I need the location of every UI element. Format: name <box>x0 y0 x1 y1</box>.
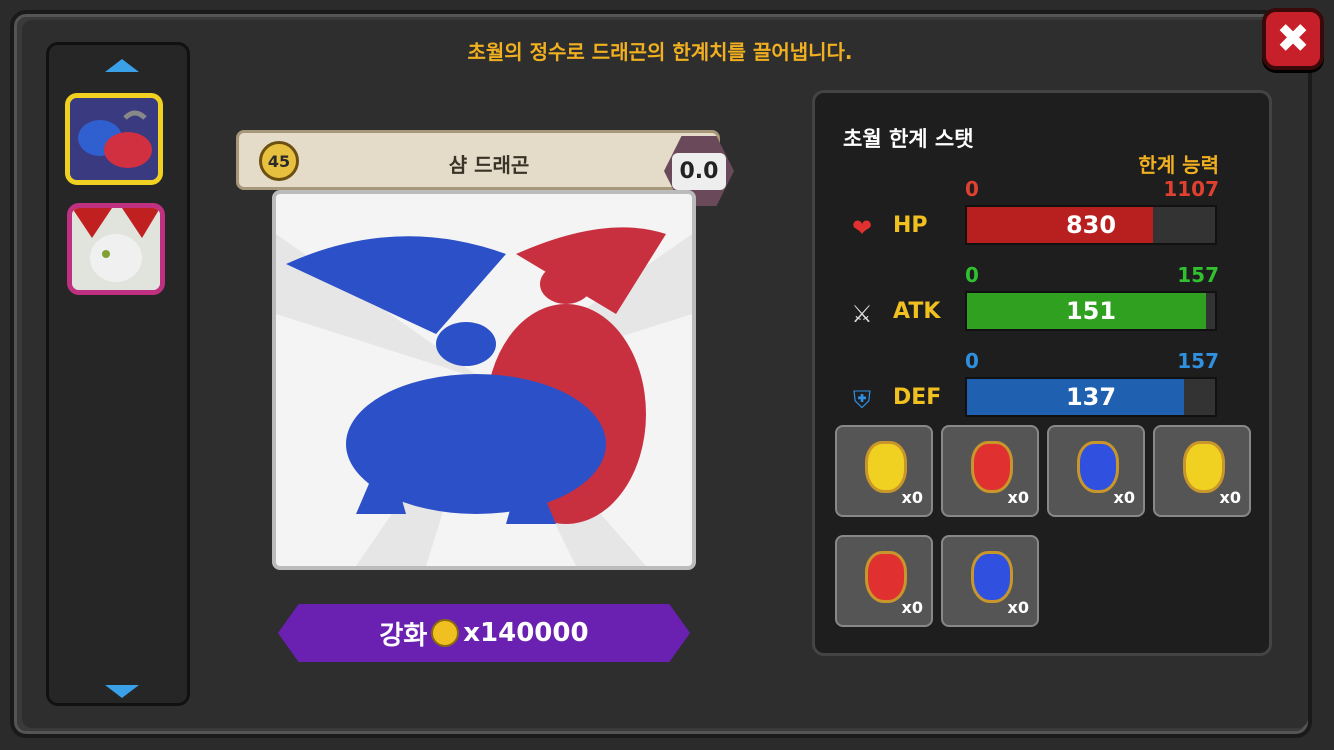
item-quantity: x0 <box>1219 488 1241 507</box>
stat-value: 151 <box>1065 297 1117 325</box>
enhance-cost: x140000 <box>463 618 589 648</box>
stat-name: HP <box>893 213 928 238</box>
essence-item[interactable]: x0 <box>835 425 933 517</box>
limit-ability-label: 한계 능력 <box>1138 153 1219 177</box>
potion-icon <box>971 551 1013 603</box>
stat-max: 157 <box>1177 349 1219 373</box>
stat-min: 0 <box>965 349 979 373</box>
enhance-label: 강화 <box>379 620 428 651</box>
item-quantity: x0 <box>1007 488 1029 507</box>
scroll-down-arrow-icon[interactable] <box>105 685 139 698</box>
gold-coin-icon <box>431 619 460 647</box>
potion-icon <box>865 551 907 603</box>
stat-row-atk: ⚔ ATK 0 157 151 <box>815 263 1275 353</box>
stat-value: 137 <box>1065 383 1117 411</box>
stat-bar: 137 <box>965 377 1217 417</box>
close-icon: ✖ <box>1276 16 1310 62</box>
dragon-portrait-icon <box>70 98 158 180</box>
potion-icon <box>865 441 907 493</box>
close-button[interactable]: ✖ <box>1262 8 1324 70</box>
enhance-button[interactable]: 강화 x140000 <box>278 604 690 662</box>
item-quantity: x0 <box>901 598 923 617</box>
stat-row-hp: ❤ HP 0 1107 830 <box>815 177 1275 267</box>
limit-stats-panel: 초월 한계 스탯 한계 능력 ❤ HP 0 1107 830 ⚔ ATK 0 1… <box>812 90 1272 656</box>
essence-item[interactable]: x0 <box>1047 425 1145 517</box>
rank-value: 0.0 <box>671 152 727 190</box>
beast-portrait-icon <box>72 208 160 290</box>
stats-title: 초월 한계 스탯 <box>843 127 974 151</box>
stat-name: ATK <box>893 299 941 324</box>
essence-item[interactable]: x0 <box>1153 425 1251 517</box>
dialog-subtitle: 초월의 정수로 드래곤의 한계치를 끌어냅니다. <box>467 40 853 64</box>
shield-icon: ⛨ <box>853 386 871 414</box>
unit-name: 샴 드래곤 <box>448 153 530 177</box>
unit-list-sidebar[interactable] <box>46 42 190 706</box>
stat-max: 157 <box>1177 263 1219 287</box>
essence-item[interactable]: x0 <box>941 535 1039 627</box>
unit-portrait-selected[interactable] <box>65 93 163 185</box>
stat-value: 830 <box>1065 211 1117 239</box>
item-quantity: x0 <box>1007 598 1029 617</box>
potion-icon <box>971 441 1013 493</box>
stat-min: 0 <box>965 177 979 201</box>
essence-item[interactable]: x0 <box>941 425 1039 517</box>
item-quantity: x0 <box>1113 488 1135 507</box>
level-badge: 45 <box>259 141 299 181</box>
stat-max: 1107 <box>1163 177 1219 201</box>
unit-nameplate: 45 샴 드래곤 <box>236 130 720 190</box>
potion-icon <box>1183 441 1225 493</box>
item-quantity: x0 <box>901 488 923 507</box>
heart-icon: ❤ <box>851 214 873 242</box>
stat-bar: 830 <box>965 205 1217 245</box>
stat-min: 0 <box>965 263 979 287</box>
scroll-up-arrow-icon[interactable] <box>105 59 139 72</box>
unit-portrait[interactable] <box>67 203 165 295</box>
essence-item[interactable]: x0 <box>835 535 933 627</box>
stat-name: DEF <box>893 385 942 410</box>
crossed-swords-icon: ⚔ <box>851 300 873 328</box>
stat-bar: 151 <box>965 291 1217 331</box>
dragon-artwork-icon <box>276 227 692 566</box>
unit-artwork <box>272 190 696 570</box>
potion-icon <box>1077 441 1119 493</box>
